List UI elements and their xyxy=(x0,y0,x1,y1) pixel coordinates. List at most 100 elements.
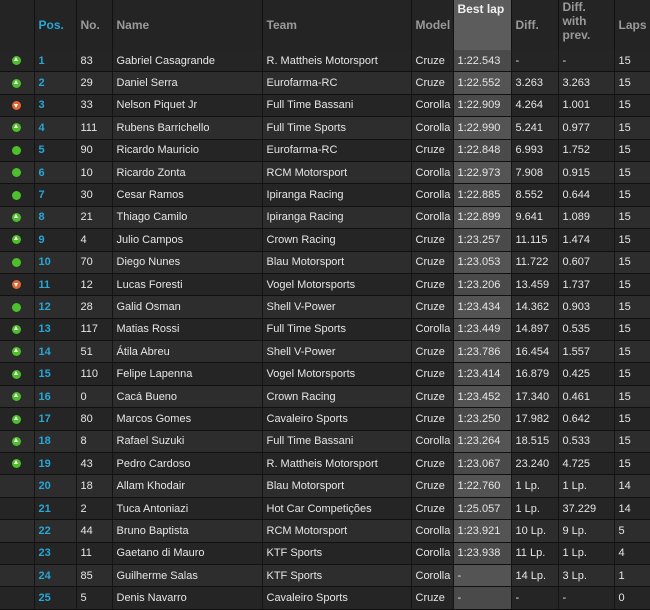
table-row[interactable]: 3 33 Nelson Piquet Jr Full Time Bassani Coro… xyxy=(0,94,650,118)
table-row[interactable]: 5 90 Ricardo Mauricio Eurofarma-RC Cruze 1:22… xyxy=(0,139,650,162)
team-cell: Full Time Sports xyxy=(262,318,412,342)
laps-cell: 15 xyxy=(614,452,650,476)
diff-prev-cell: 0.642 xyxy=(558,407,615,431)
driver-name-cell: Ricardo Zonta xyxy=(112,161,263,185)
table-row[interactable]: 21 2 Tuca Antoniazi Hot Car Competições Cruz… xyxy=(0,497,650,521)
table-row[interactable]: 19 43 Pedro Cardoso R. Mattheis Motorsport C… xyxy=(0,452,650,476)
model-cell: Cruze xyxy=(411,139,454,162)
table-row[interactable]: 18 8 Rafael Suzuki Full Time Bassani Corolla… xyxy=(0,430,650,454)
laps-cell: 15 xyxy=(614,430,650,454)
table-row[interactable]: 8 21 Thiago Camilo Ipiranga Racing Corolla 1:… xyxy=(0,206,650,230)
laps-cell: 14 xyxy=(614,474,650,498)
laps-cell: 15 xyxy=(614,295,650,319)
down-arrow-icon xyxy=(12,101,22,111)
table-row[interactable]: 20 18 Allam Khodair Blau Motorsport Cruze 1:2… xyxy=(0,474,650,498)
diff-cell: 14 Lp. xyxy=(511,564,559,588)
diff-prev-cell: 1.474 xyxy=(558,228,615,252)
laps-header[interactable]: Laps xyxy=(614,0,650,50)
driver-name-cell: Daniel Serra xyxy=(112,71,263,95)
driver-name-cell: Cacá Bueno xyxy=(112,385,263,409)
position-cell: 23 xyxy=(34,542,77,565)
status-cell xyxy=(0,295,35,319)
table-row[interactable]: 13 117 Matias Rossi Full Time Sports Corolla… xyxy=(0,318,650,342)
table-row[interactable]: 12 28 Galid Osman Shell V-Power Cruze 1:23.43… xyxy=(0,295,650,319)
name-header[interactable]: Name xyxy=(112,0,263,50)
driver-name-cell: Bruno Baptista xyxy=(112,519,263,543)
model-cell: Cruze xyxy=(411,273,454,297)
status-cell xyxy=(0,94,35,118)
position-cell: 11 xyxy=(34,273,77,297)
laps-cell: 4 xyxy=(614,542,650,565)
diff-cell: 6.993 xyxy=(511,139,559,162)
diff-cell: 16.879 xyxy=(511,362,559,386)
team-cell: Shell V-Power xyxy=(262,340,412,364)
no-header[interactable]: No. xyxy=(76,0,113,50)
diff-cell: 1 Lp. xyxy=(511,497,559,521)
diff-cell: 23.240 xyxy=(511,452,559,476)
diff-cell: 3.263 xyxy=(511,71,559,95)
best-lap-cell: 1:23.257 xyxy=(453,228,512,252)
diff-cell: 8.552 xyxy=(511,183,559,207)
table-row[interactable]: 16 0 Cacá Bueno Crown Racing Cruze 1:23.452 17… xyxy=(0,385,650,409)
driver-name-cell: Guilherme Salas xyxy=(112,564,263,588)
table-row[interactable]: 4 111 Rubens Barrichello Full Time Sports Co… xyxy=(0,116,650,140)
pos-header[interactable]: Pos. xyxy=(34,0,77,50)
table-row[interactable]: 17 80 Marcos Gomes Cavaleiro Sports Cruze 1:2… xyxy=(0,407,650,431)
model-cell: Corolla xyxy=(411,183,454,207)
table-row[interactable]: 15 110 Felipe Lapenna Vogel Motorsports Cruz… xyxy=(0,362,650,386)
diff-prev-cell: 0.533 xyxy=(558,430,615,454)
team-cell: RCM Motorsport xyxy=(262,519,412,543)
driver-name-cell: Diego Nunes xyxy=(112,251,263,274)
diff-header[interactable]: Diff. xyxy=(511,0,559,50)
team-header[interactable]: Team xyxy=(262,0,412,50)
table-row[interactable]: 14 51 Átila Abreu Shell V-Power Cruze 1:23.78… xyxy=(0,340,650,364)
best-lap-cell: 1:22.973 xyxy=(453,161,512,185)
best-lap-cell: 1:23.786 xyxy=(453,340,512,364)
best-lap-cell: 1:22.543 xyxy=(453,50,512,73)
status-cell xyxy=(0,340,35,364)
best-lap-header[interactable]: Best lap xyxy=(453,0,512,50)
diff-prev-cell: 0.425 xyxy=(558,362,615,386)
status-cell xyxy=(0,542,35,565)
best-lap-cell: - xyxy=(453,586,512,610)
table-row[interactable]: 1 83 Gabriel Casagrande R. Mattheis Motorsp… xyxy=(0,50,650,73)
team-cell: R. Mattheis Motorsport xyxy=(262,452,412,476)
table-row[interactable]: 6 10 Ricardo Zonta RCM Motorsport Corolla 1:2… xyxy=(0,161,650,185)
laps-cell: 5 xyxy=(614,519,650,543)
car-number-cell: 0 xyxy=(76,385,113,409)
car-number-cell: 18 xyxy=(76,474,113,498)
driver-name-cell: Matias Rossi xyxy=(112,318,263,342)
no-change-icon xyxy=(12,190,22,200)
team-cell: Ipiranga Racing xyxy=(262,183,412,207)
table-row[interactable]: 9 4 Julio Campos Crown Racing Cruze 1:23.257 1… xyxy=(0,228,650,252)
table-row[interactable]: 10 70 Diego Nunes Blau Motorsport Cruze 1:23.… xyxy=(0,251,650,274)
status-cell xyxy=(0,452,35,476)
best-lap-cell: 1:23.067 xyxy=(453,452,512,476)
position-cell: 10 xyxy=(34,251,77,274)
team-cell: Eurofarma-RC xyxy=(262,71,412,95)
table-row[interactable]: 23 11 Gaetano di Mauro KTF Sports Corolla 1:2… xyxy=(0,542,650,565)
team-cell: Shell V-Power xyxy=(262,295,412,319)
team-cell: Full Time Bassani xyxy=(262,94,412,118)
car-number-cell: 12 xyxy=(76,273,113,297)
table-row[interactable]: 11 12 Lucas Foresti Vogel Motorsports Cruze 1… xyxy=(0,273,650,297)
table-row[interactable]: 22 44 Bruno Baptista RCM Motorsport Corolla 1… xyxy=(0,519,650,543)
no-change-icon xyxy=(12,302,22,312)
position-cell: 6 xyxy=(34,161,77,185)
position-cell: 25 xyxy=(34,586,77,610)
team-cell: Crown Racing xyxy=(262,228,412,252)
model-cell: Corolla xyxy=(411,94,454,118)
driver-name-cell: Tuca Antoniazi xyxy=(112,497,263,521)
status-cell xyxy=(0,161,35,185)
diff-prev-header[interactable]: Diff. with prev. xyxy=(558,0,615,50)
laps-cell: 15 xyxy=(614,385,650,409)
table-row[interactable]: 7 30 Cesar Ramos Ipiranga Racing Corolla 1:22… xyxy=(0,183,650,207)
best-lap-cell: 1:23.938 xyxy=(453,542,512,565)
laps-cell: 15 xyxy=(614,407,650,431)
table-row[interactable]: 2 29 Daniel Serra Eurofarma-RC Cruze 1:22.552… xyxy=(0,71,650,95)
table-row[interactable]: 24 85 Guilherme Salas KTF Sports Corolla -14 … xyxy=(0,564,650,588)
diff-cell: 14.362 xyxy=(511,295,559,319)
model-header[interactable]: Model xyxy=(411,0,454,50)
table-row[interactable]: 25 5 Denis Navarro Cavaleiro Sports Cruze - - -… xyxy=(0,586,650,610)
status-cell xyxy=(0,183,35,207)
